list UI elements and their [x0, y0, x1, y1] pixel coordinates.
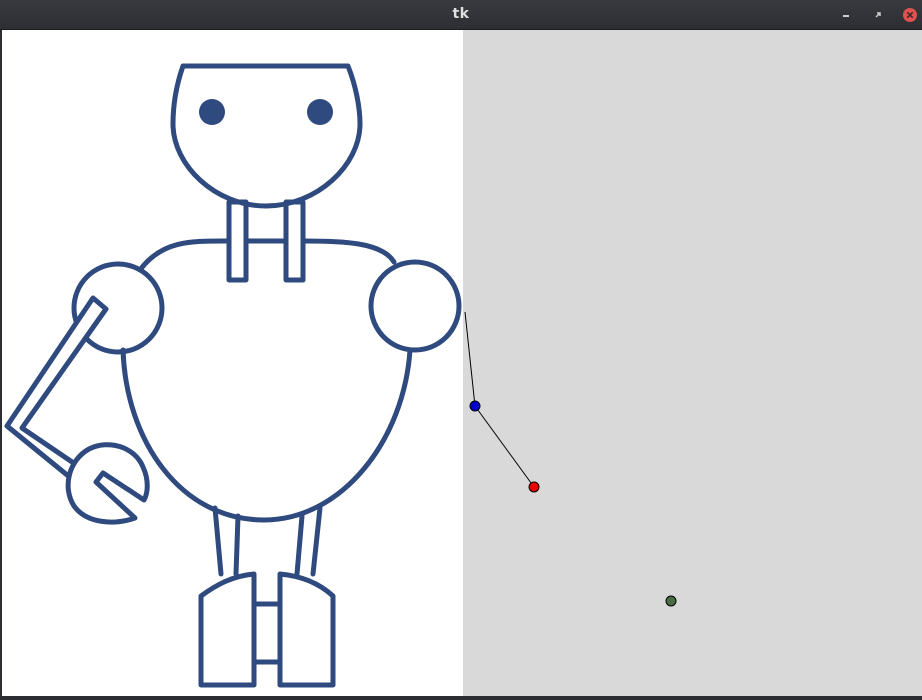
app-window: tk — [0, 0, 922, 696]
close-icon — [903, 8, 917, 22]
window-title: tk — [452, 6, 470, 22]
drawing-canvas[interactable] — [0, 30, 922, 696]
joint-point-blue[interactable] — [469, 400, 481, 412]
end-effector-point-red[interactable] — [528, 481, 540, 493]
maximize-button[interactable] — [870, 7, 886, 23]
maximize-icon — [875, 12, 881, 18]
arm-segment-upper — [464, 311, 476, 407]
arm-segment-lower — [474, 405, 535, 488]
close-button[interactable] — [902, 7, 918, 23]
arm-simulation-overlay — [464, 311, 677, 607]
target-point-green[interactable] — [665, 595, 677, 607]
minimize-icon — [843, 15, 849, 17]
title-bar[interactable]: tk — [0, 0, 922, 30]
minimize-button[interactable] — [838, 7, 854, 23]
